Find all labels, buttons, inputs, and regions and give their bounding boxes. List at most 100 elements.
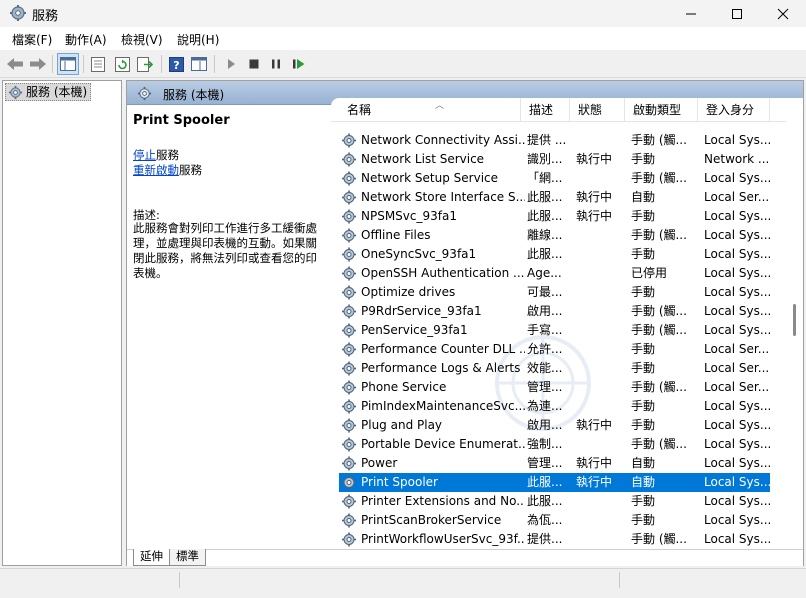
table-row[interactable]: Network List Service 識別... 執行中 手動 Network ..… bbox=[339, 150, 770, 169]
column-header-status[interactable]: 狀態 bbox=[570, 98, 625, 122]
stop-service-button[interactable] bbox=[243, 53, 265, 75]
table-row[interactable]: OpenSSH Authentication ... Age... 已停用 Local… bbox=[339, 264, 770, 283]
cell-desc: 提供 ... bbox=[527, 133, 567, 147]
column-header-logon-as[interactable]: 登入身分 bbox=[698, 98, 770, 122]
column-header-startup-type[interactable]: 啟動類型 bbox=[625, 98, 698, 122]
window-title: 服務 bbox=[32, 9, 59, 24]
cell-desc: 可最... bbox=[527, 285, 563, 299]
cell-startup: 手動 (觸... bbox=[631, 304, 687, 318]
cell-logon: Local Sys... bbox=[704, 285, 770, 299]
pause-service-button[interactable] bbox=[265, 53, 287, 75]
close-icon bbox=[777, 8, 789, 19]
cell-startup: 手動 bbox=[631, 342, 656, 356]
help-button[interactable]: ? bbox=[165, 53, 187, 75]
cell-name: Print Spooler bbox=[361, 475, 438, 489]
maximize-button[interactable] bbox=[714, 0, 760, 27]
restart-service-button[interactable] bbox=[288, 53, 310, 75]
cell-logon: Local Sys... bbox=[704, 399, 770, 413]
cell-startup: 手動 bbox=[631, 361, 656, 375]
table-row[interactable]: P9RdrService_93fa1 啟用... 手動 (觸... Local Sys… bbox=[339, 302, 770, 321]
table-row[interactable]: OneSyncSvc_93fa1 此服... 手動 Local Sys... bbox=[339, 245, 770, 264]
toolbar: ? bbox=[0, 50, 806, 78]
cell-status: 執行中 bbox=[576, 456, 613, 470]
start-service-button[interactable] bbox=[220, 53, 242, 75]
services-gear-icon bbox=[10, 5, 26, 21]
scrollbar-thumb[interactable] bbox=[793, 304, 796, 336]
cell-startup: 手動 bbox=[631, 209, 656, 223]
cell-logon: Local Sys... bbox=[704, 437, 770, 451]
cell-logon: Local Sys... bbox=[704, 266, 770, 280]
table-row[interactable]: Power 管理... 執行中 自動 Local Sys... bbox=[339, 454, 770, 473]
service-gear-icon bbox=[342, 323, 356, 338]
column-header-description[interactable]: 描述 bbox=[521, 98, 570, 122]
watermark-logo-icon bbox=[495, 335, 591, 431]
table-row[interactable]: Network Setup Service 「網... 手動 (觸... Local … bbox=[339, 169, 770, 188]
cell-desc: 此服... bbox=[527, 494, 563, 508]
menu-view[interactable]: 檢視(V) bbox=[121, 31, 163, 48]
service-gear-icon bbox=[342, 152, 356, 167]
table-row[interactable]: Print Spooler 此服... 執行中 自動 Local Sys... bbox=[339, 473, 770, 492]
play-icon bbox=[228, 59, 235, 69]
minimize-button[interactable] bbox=[668, 0, 714, 27]
services-gear-icon bbox=[8, 85, 23, 100]
close-button[interactable] bbox=[760, 0, 806, 27]
sort-ascending-icon: ︿ bbox=[435, 101, 445, 111]
cell-name: Portable Device Enumerat... bbox=[361, 437, 525, 451]
services-panel: 服務 (本機) Print Spooler 停止服務 重新啟動服務 描述: 此服… bbox=[126, 80, 804, 566]
service-gear-icon bbox=[342, 418, 356, 433]
properties-button[interactable] bbox=[87, 53, 109, 75]
back-button[interactable] bbox=[4, 53, 26, 75]
service-gear-icon bbox=[342, 171, 356, 186]
table-row[interactable]: PrintScanBrokerService 為佤... 手動 Local Sys..… bbox=[339, 511, 770, 530]
cell-status: 執行中 bbox=[576, 475, 613, 489]
back-arrow-icon bbox=[7, 58, 23, 70]
forward-button[interactable] bbox=[27, 53, 49, 75]
cell-logon: Local Sys... bbox=[704, 209, 770, 223]
table-row[interactable]: Network Store Interface S... 此服... 執行中 自動 Lo… bbox=[339, 188, 770, 207]
cell-name: Printer Extensions and No... bbox=[361, 494, 525, 508]
cell-logon: Local Sys... bbox=[704, 532, 770, 546]
cell-desc: 啟用... bbox=[527, 304, 563, 318]
restart-service-line: 重新啟動服務 bbox=[133, 162, 202, 178]
services-list: ︿ 名稱 描述 狀態 啟動類型 登入身分 Network Connectivit… bbox=[331, 98, 803, 549]
show-console-tree-button[interactable] bbox=[57, 53, 79, 75]
table-row[interactable]: NPSMSvc_93fa1 此服... 執行中 手動 Local Sys... bbox=[339, 207, 770, 226]
column-header-label: 啟動類型 bbox=[633, 103, 682, 117]
column-header-name[interactable]: ︿ 名稱 bbox=[339, 98, 521, 122]
cell-logon: Local Ser... bbox=[704, 361, 770, 375]
stop-service-link[interactable]: 停止 bbox=[133, 148, 156, 162]
menu-help[interactable]: 說明(H) bbox=[177, 31, 219, 48]
restart-service-link[interactable]: 重新啟動 bbox=[133, 163, 179, 177]
service-gear-icon bbox=[342, 513, 356, 528]
cell-name: Network Store Interface S... bbox=[361, 190, 525, 204]
tab-extended[interactable]: 延伸 bbox=[133, 549, 170, 566]
menu-action[interactable]: 動作(A) bbox=[65, 31, 107, 48]
column-header-label: 登入身分 bbox=[706, 103, 755, 117]
menu-file[interactable]: 檔案(F) bbox=[12, 31, 52, 48]
resume-icon bbox=[293, 59, 305, 69]
service-gear-icon bbox=[342, 456, 356, 471]
refresh-button[interactable] bbox=[111, 53, 133, 75]
tree-item-services-local[interactable]: 服務 (本機) bbox=[5, 83, 92, 101]
table-row[interactable]: Printer Extensions and No... 此服... 手動 Local… bbox=[339, 492, 770, 511]
table-row[interactable]: Network Connectivity Assi... 提供 ... 手動 (觸.… bbox=[339, 131, 770, 150]
svg-text:?: ? bbox=[173, 59, 179, 72]
table-row[interactable]: Portable Device Enumerat... 強制... 手動 (觸...… bbox=[339, 435, 770, 454]
service-gear-icon bbox=[342, 285, 356, 300]
cell-name: Network Connectivity Assi... bbox=[361, 133, 525, 147]
tab-standard[interactable]: 標準 bbox=[169, 549, 206, 566]
cell-startup: 手動 (觸... bbox=[631, 133, 687, 147]
cell-logon: Local Sys... bbox=[704, 304, 770, 318]
export-list-button[interactable] bbox=[134, 53, 156, 75]
table-row[interactable]: Offline Files 離線... 手動 (觸... Local Sys... bbox=[339, 226, 770, 245]
cell-desc: 提供... bbox=[527, 532, 563, 546]
view-tabs: 延伸 標準 bbox=[127, 549, 803, 566]
cell-startup: 自動 bbox=[631, 190, 656, 204]
cell-logon: Local Sys... bbox=[704, 323, 770, 337]
table-row[interactable]: PrintWorkflowUserSvc_93f... 提供... 手動 (觸...… bbox=[339, 530, 770, 549]
view-button[interactable] bbox=[188, 53, 210, 75]
cell-desc: 離線... bbox=[527, 228, 563, 242]
cell-desc: 「網... bbox=[527, 171, 563, 185]
vertical-scrollbar[interactable] bbox=[786, 98, 803, 549]
table-row[interactable]: Optimize drives 可最... 手動 Local Sys... bbox=[339, 283, 770, 302]
